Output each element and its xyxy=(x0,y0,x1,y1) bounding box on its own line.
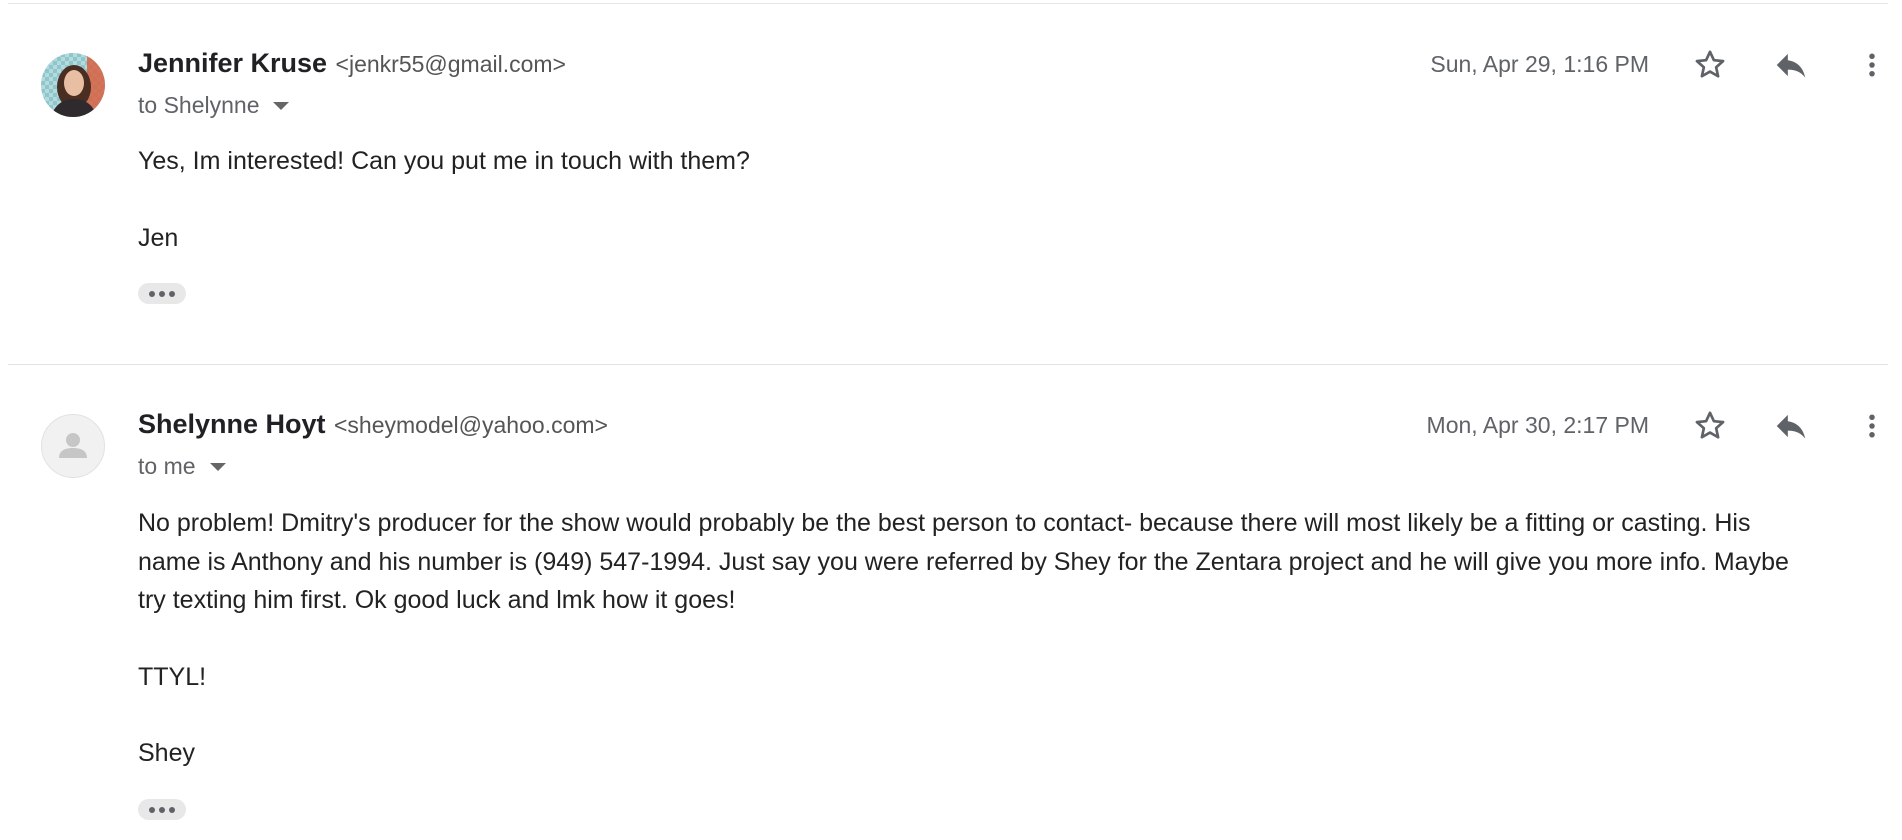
default-person-icon xyxy=(59,433,87,458)
more-options-button[interactable] xyxy=(1850,43,1894,87)
sender-avatar[interactable] xyxy=(41,53,105,117)
more-options-button[interactable] xyxy=(1850,404,1894,448)
message-item: Shelynne Hoyt <sheymodel@yahoo.com> to m… xyxy=(0,365,1902,840)
reply-button[interactable] xyxy=(1769,404,1813,448)
body-signature: Shey xyxy=(138,739,195,767)
body-line: try texting him first. Ok good luck and … xyxy=(138,586,736,614)
star-button[interactable] xyxy=(1688,43,1732,87)
recipient-label: to Shelynne xyxy=(138,92,260,118)
body-signature: Jen xyxy=(138,223,179,252)
sender-line: Shelynne Hoyt <sheymodel@yahoo.com> xyxy=(138,409,608,440)
sender-avatar[interactable] xyxy=(41,414,105,478)
caret-down-icon xyxy=(209,462,226,471)
ellipsis-icon xyxy=(149,806,155,813)
user-photo-icon xyxy=(41,53,105,117)
message-date: Mon, Apr 30, 2:17 PM xyxy=(1426,412,1649,438)
message-date: Sun, Apr 29, 1:16 PM xyxy=(1430,51,1649,77)
show-trimmed-content-button[interactable] xyxy=(138,283,186,304)
recipient-label: to me xyxy=(138,453,196,479)
show-trimmed-content-button[interactable] xyxy=(138,799,186,820)
ellipsis-icon xyxy=(149,290,155,297)
message-item: Jennifer Kruse <jenkr55@gmail.com> to Sh… xyxy=(0,0,1902,364)
sender-name: Jennifer Kruse xyxy=(138,48,328,78)
body-line: Yes, Im interested! Can you put me in to… xyxy=(138,147,750,175)
recipient-toggle[interactable]: to Shelynne xyxy=(138,92,290,119)
sender-line: Jennifer Kruse <jenkr55@gmail.com> xyxy=(138,48,566,79)
star-button[interactable] xyxy=(1688,404,1732,448)
sender-email: <sheymodel@yahoo.com> xyxy=(334,412,608,438)
reply-icon xyxy=(1776,53,1806,78)
sender-name: Shelynne Hoyt xyxy=(138,409,326,439)
recipient-toggle[interactable]: to me xyxy=(138,453,226,480)
more-vert-icon xyxy=(1869,414,1875,438)
reply-button[interactable] xyxy=(1769,43,1813,87)
more-vert-icon xyxy=(1869,53,1875,77)
reply-icon xyxy=(1776,414,1806,439)
message-body: Yes, Im interested! Can you put me in to… xyxy=(138,142,1898,257)
star-icon xyxy=(1695,411,1725,439)
body-line: name is Anthony and his number is (949) … xyxy=(138,547,1789,576)
body-line: No problem! Dmitry's producer for the sh… xyxy=(138,509,1751,537)
body-closing: TTYL! xyxy=(138,662,207,691)
sender-email: <jenkr55@gmail.com> xyxy=(335,51,566,77)
message-body: No problem! Dmitry's producer for the sh… xyxy=(138,504,1898,773)
caret-down-icon xyxy=(273,101,290,110)
star-icon xyxy=(1695,50,1725,78)
